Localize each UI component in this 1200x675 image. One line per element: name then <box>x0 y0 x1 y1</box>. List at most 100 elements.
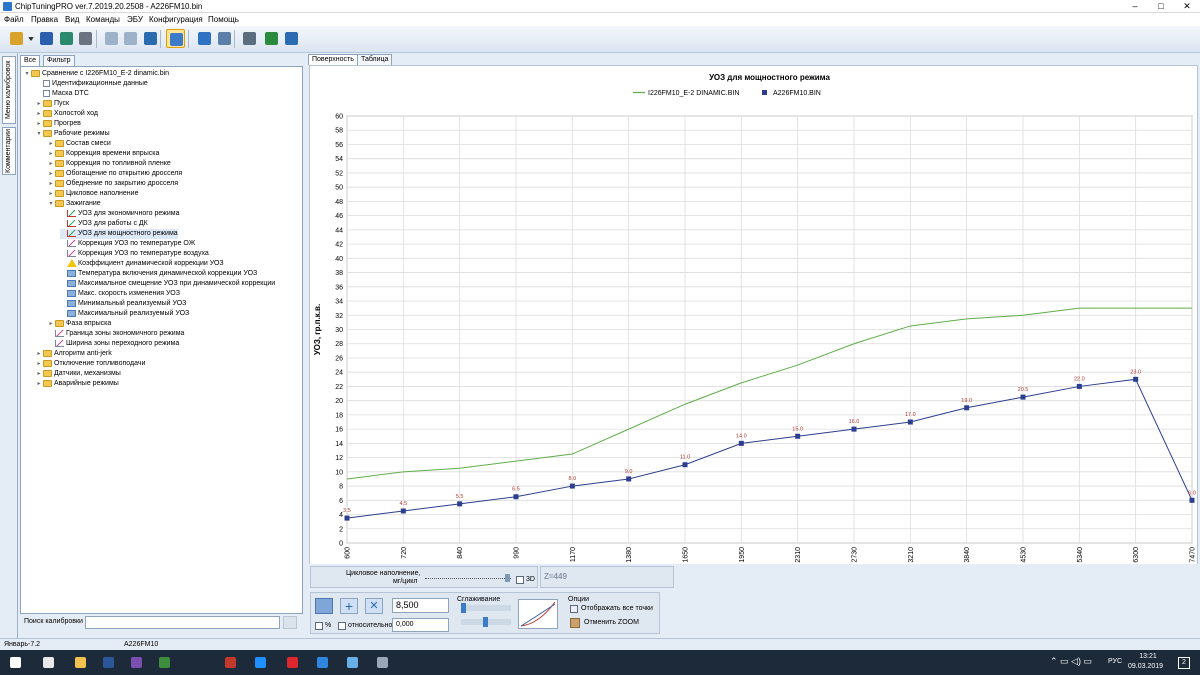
tree-item[interactable]: ▸ Датчики, механизмы <box>36 369 121 379</box>
tree-item[interactable]: Ширина зоны переходного режима <box>48 339 179 349</box>
tree-item[interactable]: ▸ Аварийные режимы <box>36 379 119 389</box>
chart-area[interactable]: 0 2 4 6 8 10 12 14 16 18 20 22 24 26 28 30 32 34 36 38 40 42 4… <box>309 65 1198 614</box>
smoothing-preview[interactable] <box>518 599 558 629</box>
relative-value-input[interactable]: 0,000 <box>392 618 449 632</box>
smoothing-slider[interactable] <box>461 605 511 611</box>
tab-filter[interactable]: Фильтр <box>43 55 75 66</box>
tree-item[interactable]: Коррекция УОЗ по температуре воздуха <box>60 249 209 259</box>
map-view-icon[interactable] <box>166 29 185 48</box>
menu-commands[interactable]: Команды <box>86 15 120 24</box>
photo-icon[interactable] <box>126 652 147 673</box>
help-icon[interactable] <box>282 29 301 48</box>
expand-icon[interactable]: ▸ <box>48 169 54 179</box>
tree-item[interactable]: ▸ Пуск <box>36 99 69 109</box>
windows-start-icon[interactable] <box>5 652 26 673</box>
settings-icon[interactable] <box>240 29 259 48</box>
tree-item[interactable]: ▸ Состав смеси <box>48 139 111 149</box>
search-icon[interactable] <box>215 29 234 48</box>
tab-calibration-menu[interactable]: Меню калибровок <box>2 56 16 124</box>
data-point[interactable] <box>907 419 913 425</box>
tree-item[interactable]: Граница зоны экономичного режима <box>48 329 184 339</box>
percent-checkbox[interactable] <box>315 622 323 630</box>
expand-icon[interactable]: ▸ <box>48 139 54 149</box>
3d-checkbox[interactable] <box>516 576 524 584</box>
connect-icon[interactable] <box>262 29 281 48</box>
data-point[interactable] <box>457 501 463 507</box>
menu-view[interactable]: Вид <box>65 15 79 24</box>
maximize-button[interactable]: □ <box>1148 0 1174 13</box>
tree-item[interactable]: Минимальный реализуемый УОЗ <box>60 299 186 309</box>
data-point[interactable] <box>795 433 801 439</box>
slider-thumb[interactable] <box>505 574 510 582</box>
close-button[interactable]: ✕ <box>1174 0 1200 13</box>
data-point[interactable] <box>1076 383 1082 389</box>
tree-item[interactable]: Макс. скорость изменения УОЗ <box>60 289 180 299</box>
equals-button[interactable] <box>315 598 333 614</box>
tree-item[interactable]: ▸ Обогащение по открытию дросселя <box>48 169 182 179</box>
cycle-fill-slider[interactable] <box>425 578 511 582</box>
data-point[interactable] <box>569 483 575 489</box>
tree-item[interactable]: УОЗ для мощностного режима <box>60 229 178 239</box>
tree-item[interactable]: ▸ Обеднение по закрытию дросселя <box>48 179 178 189</box>
notification-icon[interactable]: 2 <box>1178 657 1190 669</box>
data-point[interactable] <box>344 515 350 521</box>
data-point[interactable] <box>851 426 857 432</box>
expand-icon[interactable]: ▸ <box>36 99 42 109</box>
show-all-points-checkbox[interactable] <box>570 605 578 613</box>
keyboard-icon[interactable] <box>372 652 393 673</box>
tab-table[interactable]: Таблица <box>357 54 393 65</box>
tree-item[interactable]: УОЗ для экономичного режима <box>60 209 179 219</box>
menu-help[interactable]: Помощь <box>208 15 239 24</box>
paste-icon[interactable] <box>121 29 140 48</box>
save-icon[interactable] <box>37 29 56 48</box>
data-point[interactable] <box>626 476 632 482</box>
expand-icon[interactable]: ▸ <box>36 359 42 369</box>
notes-icon[interactable] <box>342 652 363 673</box>
tree-item[interactable]: Идентификационные данные <box>36 79 148 89</box>
data-point[interactable] <box>682 462 688 468</box>
collapse-icon[interactable]: ▾ <box>48 199 54 209</box>
tree-item[interactable]: ▾ Сравнение с I226FM10_E-2 dinamic.bin <box>24 69 169 79</box>
tree-item[interactable]: Максимальное смещение УОЗ при динамическ… <box>60 279 275 289</box>
expand-icon[interactable]: ▸ <box>48 319 54 329</box>
collapse-icon[interactable]: ▾ <box>24 69 30 79</box>
chiptuning-app-icon[interactable] <box>312 652 333 673</box>
clock-time[interactable]: 13:21 <box>1133 653 1163 660</box>
expand-icon[interactable]: ▸ <box>36 119 42 129</box>
data-point[interactable] <box>513 494 519 500</box>
undo-icon[interactable] <box>141 29 160 48</box>
chart-svg[interactable]: 0246810121416182022242628303234363840424… <box>310 66 1197 613</box>
tree-item[interactable]: Маска DTC <box>36 89 89 99</box>
open-folder-icon[interactable] <box>7 29 26 48</box>
data-point[interactable] <box>400 508 406 514</box>
tree-item[interactable]: ▸ Отключение топливоподачи <box>36 359 145 369</box>
dropdown-arrow-icon[interactable] <box>27 29 35 48</box>
cancel-zoom-button[interactable]: Отменить ZOOM <box>584 619 639 626</box>
tab-comments[interactable]: Комментарии <box>2 127 16 175</box>
multiply-button[interactable]: ✕ <box>365 598 383 614</box>
tray-icons[interactable]: ⌃ ▭ ◁) ▭ <box>1050 656 1092 667</box>
relative-checkbox[interactable] <box>338 622 346 630</box>
minimize-button[interactable]: – <box>1122 0 1148 13</box>
smoothing-thumb-2[interactable] <box>483 617 488 627</box>
tree-item[interactable]: Температура включения динамической корре… <box>60 269 257 279</box>
tree-item[interactable]: Коррекция УОЗ по температуре ОЖ <box>60 239 195 249</box>
word-icon[interactable] <box>98 652 119 673</box>
tab-all[interactable]: Все <box>20 55 41 66</box>
opera-icon[interactable] <box>282 652 303 673</box>
expand-icon[interactable]: ▸ <box>36 369 42 379</box>
winamp-icon[interactable] <box>154 652 175 673</box>
expand-icon[interactable]: ▸ <box>48 149 54 159</box>
search-icon[interactable] <box>283 616 297 629</box>
menu-ecu[interactable]: ЭБУ <box>127 15 143 24</box>
copy-icon[interactable] <box>102 29 121 48</box>
save-as-icon[interactable] <box>57 29 76 48</box>
tab-surface[interactable]: Поверхность <box>308 54 358 65</box>
data-point[interactable] <box>1189 497 1195 503</box>
expand-icon[interactable]: ▸ <box>36 349 42 359</box>
tree-item[interactable]: УОЗ для работы с ДК <box>60 219 148 229</box>
clock-date[interactable]: 09.03.2019 <box>1128 663 1163 670</box>
tree-item[interactable]: ▾ Рабочие режимы <box>36 129 110 139</box>
tree-item[interactable]: Коэффициент динамической коррекции УОЗ <box>60 259 224 269</box>
menu-file[interactable]: Файл <box>4 15 24 24</box>
